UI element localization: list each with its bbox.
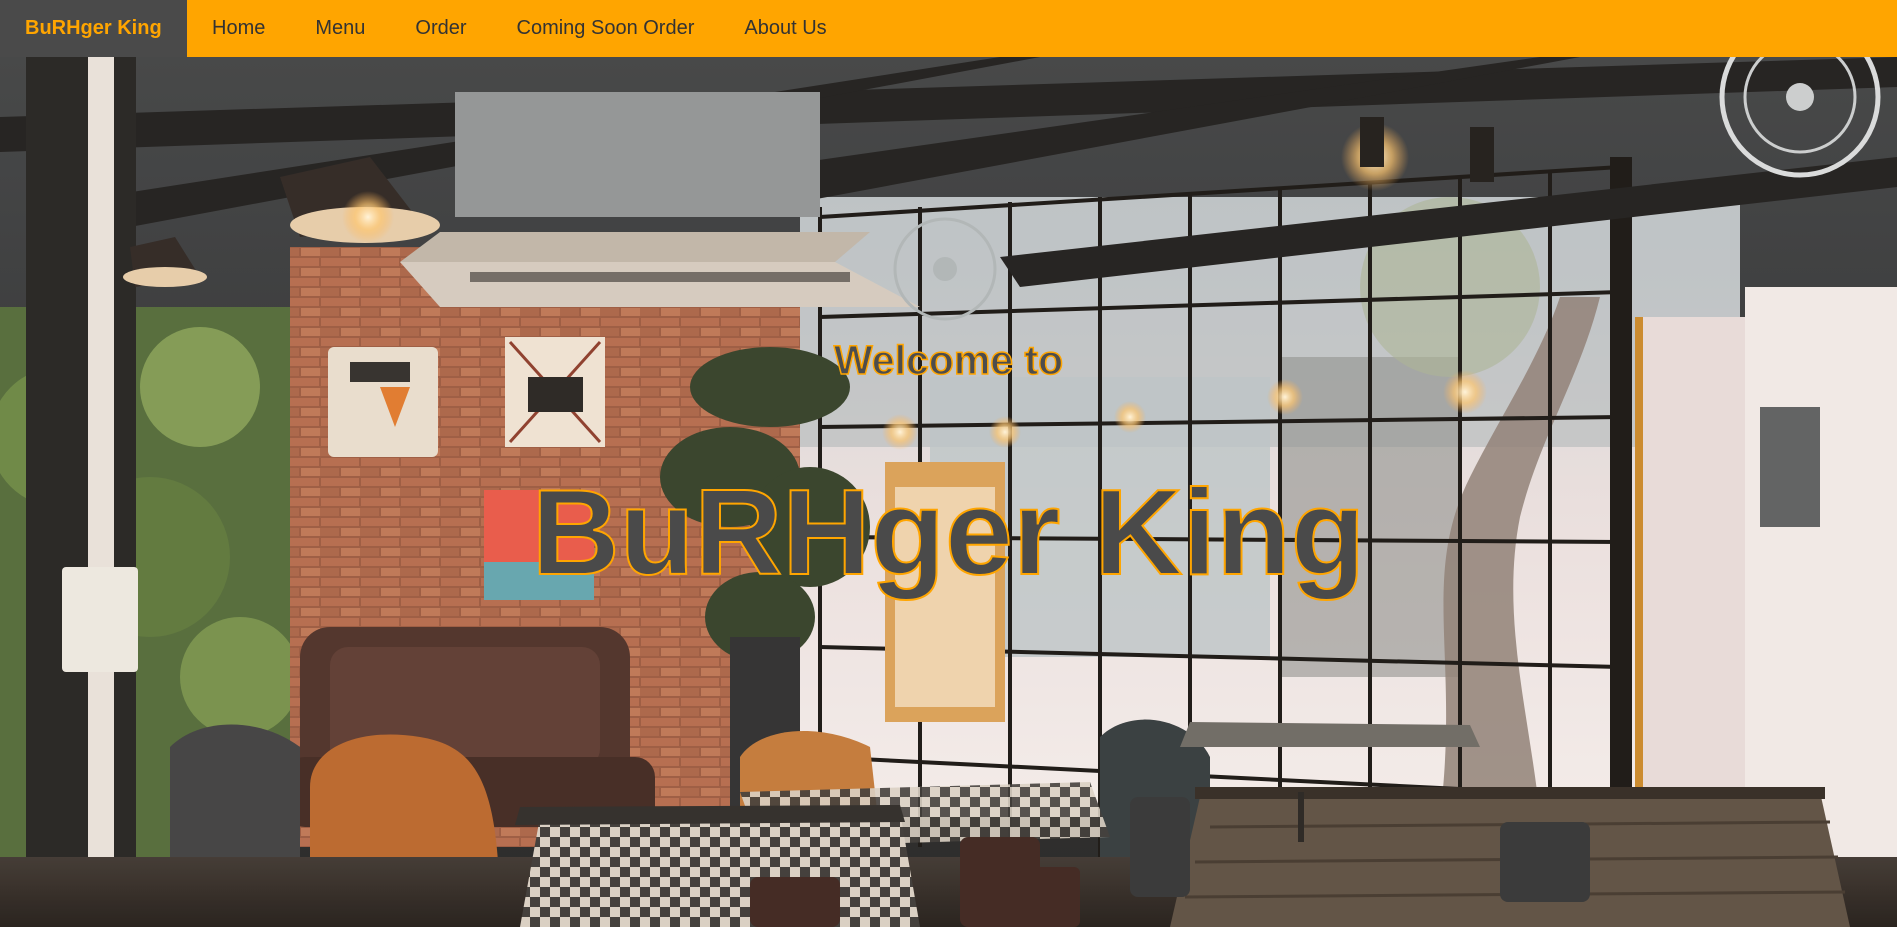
hero-title: BuRHger King [531,464,1367,600]
nav-link-coming-soon-order[interactable]: Coming Soon Order [492,0,720,57]
nav-link-about-us[interactable]: About Us [719,0,851,57]
hero-section: Welcome to BuRHger King [0,57,1897,927]
brand-link[interactable]: BuRHger King [0,0,187,57]
top-navbar: BuRHger King Home Menu Order Coming Soon… [0,0,1897,57]
nav-link-order[interactable]: Order [390,0,491,57]
nav-link-menu[interactable]: Menu [290,0,390,57]
welcome-heading: Welcome to [833,336,1064,384]
nav-link-home[interactable]: Home [187,0,290,57]
